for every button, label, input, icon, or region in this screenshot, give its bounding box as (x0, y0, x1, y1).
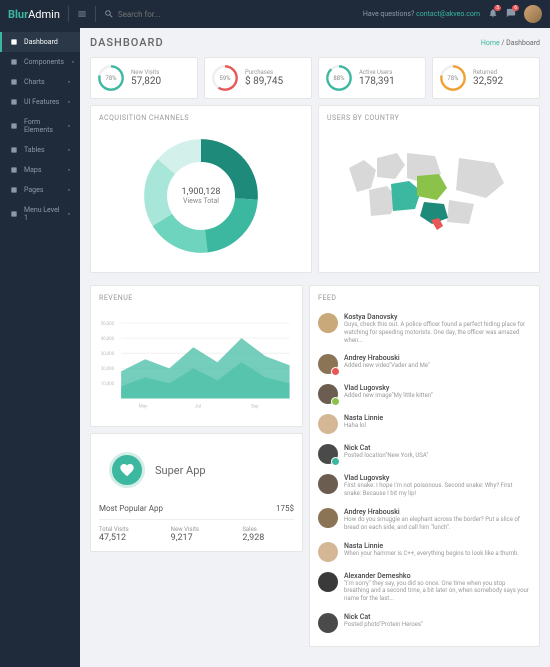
revenue-panel: REVENUE 10,00020,00030,00040,00050,000Ma… (90, 285, 303, 427)
stat: Sales2,928 (242, 526, 294, 543)
svg-text:30,000: 30,000 (101, 351, 115, 357)
sidebar-item-menu-level-1[interactable]: Menu Level 1 (0, 200, 80, 228)
chevron-down-icon (66, 187, 72, 193)
nav-icon (10, 58, 18, 66)
heart-icon (109, 452, 145, 488)
sidebar: DashboardComponentsChartsUI FeaturesForm… (0, 28, 80, 667)
kpi-new-visits: 78%New Visits57,820 (90, 57, 198, 99)
msg-icon-btn[interactable]: 6 (506, 8, 516, 20)
svg-text:Jul: Jul (195, 403, 201, 409)
acq-panel: ACQUISITION CHANNELS 1,900,128Views Tota… (90, 105, 312, 273)
chevron-down-icon (66, 211, 72, 217)
feed-avatar (318, 354, 338, 374)
nav-icon (10, 210, 18, 218)
feed-item[interactable]: Andrey HrabouskiHow do you smuggle an el… (318, 503, 531, 537)
svg-text:Sep: Sep (251, 403, 259, 409)
sidebar-item-charts[interactable]: Charts (0, 72, 80, 92)
revenue-chart: 10,00020,00030,00040,00050,000MayJulSepN… (99, 308, 294, 418)
feed-avatar (318, 508, 338, 528)
search[interactable] (104, 9, 198, 19)
svg-text:10,000: 10,000 (101, 381, 115, 387)
topbar: BlurAdmin Have questions? contact@akveo.… (0, 0, 550, 28)
users-panel: USERS BY COUNTRY (318, 105, 540, 273)
breadcrumb: Home / Dashboard (481, 39, 540, 47)
svg-text:40,000: 40,000 (101, 336, 115, 342)
notif-bell[interactable]: 5 (488, 8, 498, 20)
kpi-returned: 78%Returned32,592 (432, 57, 540, 99)
feed-avatar (318, 572, 338, 592)
stat: Total Visits47,512 (99, 526, 151, 543)
svg-text:May: May (139, 403, 148, 409)
sidebar-item-components[interactable]: Components (0, 52, 80, 72)
chevron-down-icon (66, 123, 72, 129)
kpi-purchases: 59%Purchases$ 89,745 (204, 57, 312, 99)
chevron-down-icon (70, 59, 76, 65)
search-input[interactable] (118, 10, 198, 19)
feed-avatar (318, 313, 338, 333)
sidebar-item-ui-features[interactable]: UI Features (0, 92, 80, 112)
contact-link[interactable]: contact@akveo.com (416, 10, 480, 18)
app-name: Super App (155, 464, 206, 477)
feed-avatar (318, 474, 338, 494)
feed-avatar (318, 444, 338, 464)
sidebar-item-pages[interactable]: Pages (0, 180, 80, 200)
feed-panel: FEED Kostya DanovskyGuys, check this out… (309, 285, 540, 647)
nav-icon (10, 146, 18, 154)
chevron-down-icon (66, 99, 72, 105)
chevron-down-icon (66, 167, 72, 173)
nav-icon (10, 98, 18, 106)
feed-item[interactable]: Nasta LinnieHaha lol (318, 409, 531, 439)
menu-icon[interactable] (77, 9, 87, 19)
brand[interactable]: BlurAdmin (8, 8, 60, 21)
nav-icon (10, 78, 18, 86)
kpi-active-users: 88%Active Users178,391 (318, 57, 426, 99)
feed-item[interactable]: Nasta LinnieWhen your hammer is C++, eve… (318, 537, 531, 567)
feed-item[interactable]: Nick CatPosted photo"Protein Heroes" (318, 608, 531, 638)
feed-avatar (318, 613, 338, 633)
feed-item[interactable]: Alexander Demeshko"I'm sorry" they say, … (318, 567, 531, 608)
avatar[interactable] (524, 5, 542, 23)
sidebar-item-maps[interactable]: Maps (0, 160, 80, 180)
feed-item[interactable]: Vlad LugovskyAdded new image"My little k… (318, 379, 531, 409)
search-icon (104, 9, 114, 19)
main: DASHBOARD Home / Dashboard 78%New Visits… (80, 28, 550, 667)
feed-item[interactable]: Vlad LugovskyFirst snake: I hope I'm not… (318, 469, 531, 503)
crumb-home[interactable]: Home (481, 39, 500, 47)
page-title: DASHBOARD (90, 36, 164, 49)
nav-icon (10, 38, 18, 46)
feed-avatar (318, 414, 338, 434)
sidebar-item-dashboard[interactable]: Dashboard (0, 32, 80, 52)
feed-avatar (318, 384, 338, 404)
feed-item[interactable]: Andrey HrabouskiAdded new video"Vader an… (318, 349, 531, 379)
feed-avatar (318, 542, 338, 562)
sidebar-item-form-elements[interactable]: Form Elements (0, 112, 80, 140)
stat: New Visits9,217 (171, 526, 223, 543)
map[interactable] (327, 128, 531, 258)
chevron-down-icon (66, 79, 72, 85)
nav-icon (10, 186, 18, 194)
feed-item[interactable]: Nick CatPosted location"New York, USA" (318, 439, 531, 469)
chevron-down-icon (66, 147, 72, 153)
nav-icon (10, 122, 18, 130)
svg-text:50,000: 50,000 (101, 321, 115, 327)
app-panel: Super App Most Popular App175$ Total Vis… (90, 433, 303, 552)
svg-text:20,000: 20,000 (101, 366, 115, 372)
sidebar-item-tables[interactable]: Tables (0, 140, 80, 160)
feed-item[interactable]: Kostya DanovskyGuys, check this out. A p… (318, 308, 531, 349)
nav-icon (10, 166, 18, 174)
